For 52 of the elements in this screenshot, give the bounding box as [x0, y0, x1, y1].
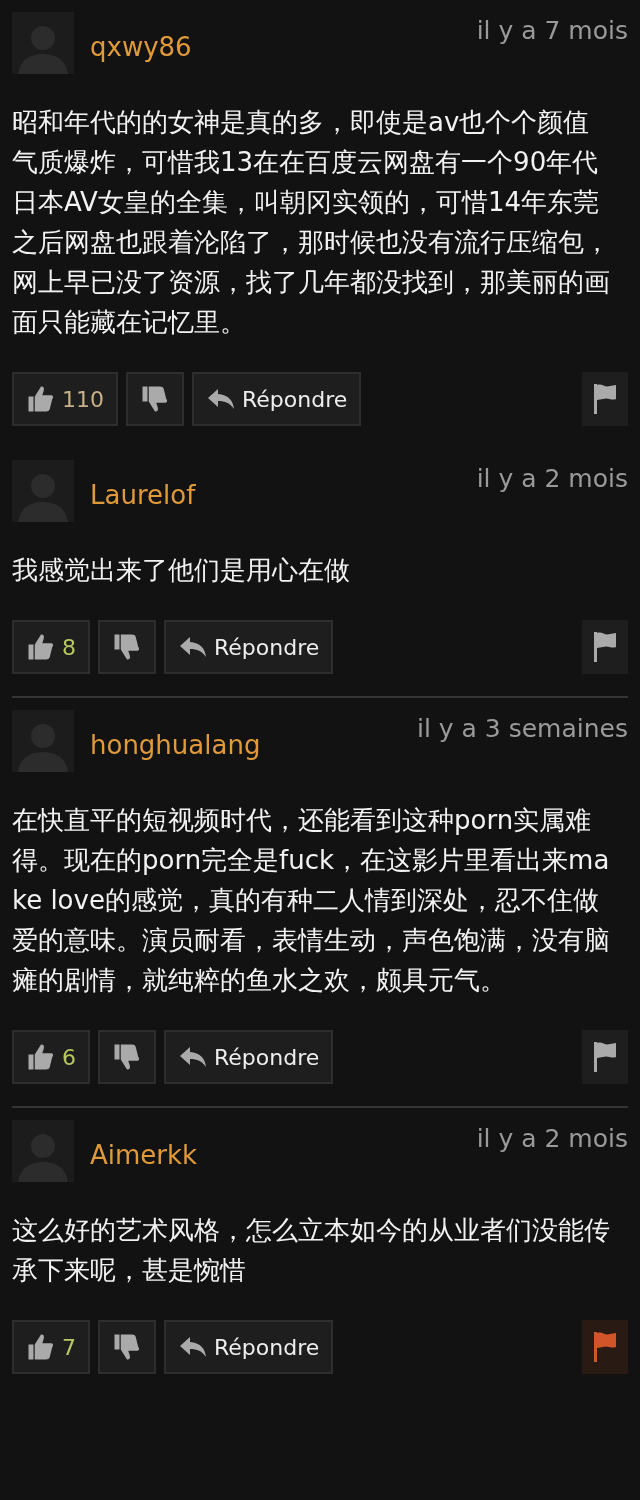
- avatar: [12, 1120, 74, 1182]
- like-button[interactable]: 6: [12, 1030, 90, 1084]
- username[interactable]: Laurelof: [90, 480, 461, 510]
- like-count: 110: [62, 386, 104, 412]
- comment-text: 这么好的艺术风格，怎么立本如今的从业者们没能传承下来呢，甚是惋惜: [12, 1214, 611, 1287]
- dislike-button[interactable]: [98, 1320, 156, 1374]
- reply-button[interactable]: Répondre: [164, 1320, 334, 1374]
- flag-button[interactable]: [582, 1320, 628, 1374]
- reply-button[interactable]: Répondre: [164, 620, 334, 674]
- thumbs-up-icon: [26, 1332, 56, 1362]
- reply-arrow-icon: [178, 1335, 208, 1359]
- like-button[interactable]: 110: [12, 372, 118, 426]
- flag-icon: [592, 1040, 618, 1074]
- thumbs-up-icon: [26, 632, 56, 662]
- flag-icon: [592, 382, 618, 416]
- reply-arrow-icon: [206, 387, 236, 411]
- like-count: 8: [62, 634, 76, 660]
- thumbs-down-icon: [112, 1332, 142, 1362]
- comment-text: 昭和年代的的女神是真的多，即使是av也个个颜值气质爆炸，可惜我13在在百度云网盘有一个90年代日本AV女皇的全集，叫朝冈实领的，可惜14年东莞之后网盘也跟着沦陷了，那时候也没有流行压缩包，网上早已没了资源，找了几年都没找到，那美丽的画面只能藏在记忆里。: [12, 106, 611, 339]
- timestamp: il y a 2 mois: [476, 464, 628, 493]
- avatar: [12, 460, 74, 522]
- like-count: 7: [62, 1334, 76, 1360]
- flag-icon: [592, 1330, 618, 1364]
- username[interactable]: qxwy86: [90, 32, 461, 62]
- username[interactable]: Aimerkk: [90, 1140, 461, 1170]
- comment-text: 在快直平的短视频时代，还能看到这种porn实属难得。现在的porn完全是fuck，在这影片里看出来make love的感觉，真的有种二人情到深处，忍不住做爱的意味。演员耐看，表情生动，声色饱满，没有脑瘫的剧情，就纯粹的鱼水之欢，颇具元气。: [12, 804, 611, 997]
- timestamp: il y a 7 mois: [476, 16, 628, 45]
- dislike-button[interactable]: [98, 1030, 156, 1084]
- dislike-button[interactable]: [126, 372, 184, 426]
- reply-arrow-icon: [178, 635, 208, 659]
- flag-icon: [592, 630, 618, 664]
- avatar: [12, 12, 74, 74]
- flag-button[interactable]: [582, 1030, 628, 1084]
- reply-button[interactable]: Répondre: [192, 372, 362, 426]
- username[interactable]: honghualang: [90, 730, 401, 760]
- flag-button[interactable]: [582, 620, 628, 674]
- comment-text: 我感觉出来了他们是用心在做: [12, 554, 351, 587]
- like-count: 6: [62, 1044, 76, 1070]
- avatar: [12, 710, 74, 772]
- thumbs-down-icon: [140, 384, 170, 414]
- reply-arrow-icon: [178, 1045, 208, 1069]
- thumbs-down-icon: [112, 1042, 142, 1072]
- like-button[interactable]: 7: [12, 1320, 90, 1374]
- thumbs-up-icon: [26, 1042, 56, 1072]
- dislike-button[interactable]: [98, 620, 156, 674]
- thumbs-down-icon: [112, 632, 142, 662]
- timestamp: il y a 2 mois: [476, 1124, 628, 1153]
- thumbs-up-icon: [26, 384, 56, 414]
- flag-button[interactable]: [582, 372, 628, 426]
- timestamp: il y a 3 semaines: [417, 714, 628, 743]
- like-button[interactable]: 8: [12, 620, 90, 674]
- reply-button[interactable]: Répondre: [164, 1030, 334, 1084]
